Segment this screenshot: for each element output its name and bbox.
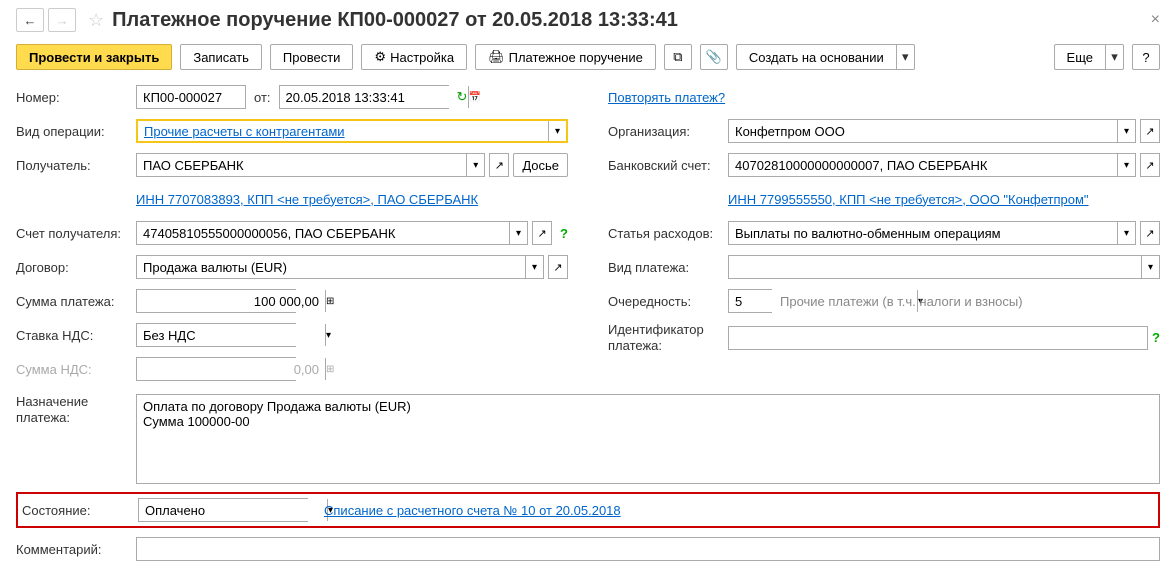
expense-label: Статья расходов:	[608, 226, 728, 241]
save-button[interactable]: Записать	[180, 44, 262, 70]
favorite-star-icon[interactable]: ☆	[88, 10, 104, 31]
attach-button[interactable]: 📎	[700, 44, 728, 70]
writeoff-link[interactable]: Списание с расчетного счета № 10 от 20.0…	[324, 503, 621, 518]
calendar-icon[interactable]: 📅	[468, 86, 481, 108]
vat-rate-dropdown[interactable]: ▾	[325, 324, 331, 346]
recipient-account-open-button[interactable]: ↗	[532, 221, 552, 245]
from-label: от:	[254, 90, 271, 105]
structure-icon: ⧉	[673, 49, 682, 65]
dossier-button[interactable]: Досье	[513, 153, 568, 177]
inn-recipient-link[interactable]: ИНН 7707083893, КПП <не требуется>, ПАО …	[136, 192, 478, 207]
vat-rate-select[interactable]	[137, 324, 325, 346]
help-button[interactable]: ?	[1132, 44, 1160, 70]
org-dropdown[interactable]: ▾	[1117, 120, 1135, 142]
refresh-icon[interactable]: ↻	[457, 89, 468, 105]
recipient-label: Получатель:	[16, 158, 136, 173]
bank-account-open-button[interactable]: ↗	[1140, 153, 1160, 177]
recipient-open-button[interactable]: ↗	[489, 153, 509, 177]
recipient-dropdown[interactable]: ▾	[466, 154, 484, 176]
create-based-button[interactable]: Создать на основании	[736, 44, 897, 70]
priority-label: Очередность:	[608, 294, 728, 309]
print-label: Платежное поручение	[509, 50, 643, 65]
comment-label: Комментарий:	[16, 542, 136, 557]
more-split: Еще ▾	[1054, 44, 1124, 70]
expense-open-button[interactable]: ↗	[1140, 221, 1160, 245]
post-button[interactable]: Провести	[270, 44, 354, 70]
bank-account-input[interactable]	[729, 154, 1117, 176]
vat-sum-input	[137, 358, 325, 380]
settings-button[interactable]: ⚙ Настройка	[361, 44, 467, 70]
recipient-account-label: Счет получателя:	[16, 226, 136, 241]
recipient-account-input[interactable]	[137, 222, 509, 244]
close-icon[interactable]: ×	[1151, 11, 1160, 29]
purpose-label: Назначение платежа:	[16, 394, 136, 425]
recipient-account-help[interactable]: ?	[560, 226, 568, 241]
identifier-help[interactable]: ?	[1152, 330, 1160, 345]
contract-input[interactable]	[137, 256, 525, 278]
calculator-icon[interactable]: ⊞	[325, 290, 334, 312]
number-input[interactable]	[136, 85, 246, 109]
org-open-button[interactable]: ↗	[1140, 119, 1160, 143]
payment-type-select[interactable]	[729, 256, 1141, 278]
create-based-split: Создать на основании ▾	[736, 44, 915, 70]
create-based-dropdown[interactable]: ▾	[897, 44, 915, 70]
expense-input[interactable]	[729, 222, 1117, 244]
identifier-label: Идентификатор платежа:	[608, 322, 728, 353]
op-type-label: Вид операции:	[16, 124, 136, 139]
purpose-textarea[interactable]	[136, 394, 1160, 484]
structure-button[interactable]: ⧉	[664, 44, 692, 70]
vat-sum-label: Сумма НДС:	[16, 362, 136, 377]
identifier-input[interactable]	[728, 326, 1148, 350]
amount-label: Сумма платежа:	[16, 294, 136, 309]
payment-type-label: Вид платежа:	[608, 260, 728, 275]
org-label: Организация:	[608, 124, 728, 139]
nav-forward-button[interactable]: →	[48, 8, 76, 32]
contract-open-button[interactable]: ↗	[548, 255, 568, 279]
bank-account-label: Банковский счет:	[608, 158, 728, 173]
status-label: Состояние:	[22, 503, 138, 518]
paperclip-icon: 📎	[706, 49, 722, 65]
print-button[interactable]: 🖨 Платежное поручение	[475, 44, 656, 70]
more-dropdown[interactable]: ▾	[1106, 44, 1124, 70]
toolbar: Провести и закрыть Записать Провести ⚙ Н…	[16, 44, 1160, 70]
recipient-input[interactable]	[137, 154, 466, 176]
op-type-dropdown[interactable]: ▾	[548, 121, 566, 141]
org-input[interactable]	[729, 120, 1117, 142]
vat-sum-calc-icon: ⊞	[325, 358, 334, 380]
more-button[interactable]: Еще	[1054, 44, 1106, 70]
bank-account-dropdown[interactable]: ▾	[1117, 154, 1135, 176]
payment-type-dropdown[interactable]: ▾	[1141, 256, 1159, 278]
vat-rate-label: Ставка НДС:	[16, 328, 136, 343]
comment-input[interactable]	[136, 537, 1160, 561]
post-and-close-button[interactable]: Провести и закрыть	[16, 44, 172, 70]
printer-icon: 🖨	[488, 49, 505, 65]
status-select[interactable]	[139, 499, 327, 521]
amount-input[interactable]	[137, 290, 325, 312]
op-type-select[interactable]	[138, 121, 548, 141]
repeat-payment-link[interactable]: Повторять платеж?	[608, 90, 725, 105]
settings-label: Настройка	[390, 50, 454, 65]
inn-org-link[interactable]: ИНН 7799555550, КПП <не требуется>, ООО …	[728, 192, 1089, 207]
contract-dropdown[interactable]: ▾	[525, 256, 543, 278]
recipient-account-dropdown[interactable]: ▾	[509, 222, 527, 244]
contract-label: Договор:	[16, 260, 136, 275]
date-input[interactable]	[280, 86, 468, 108]
page-title: Платежное поручение КП00-000027 от 20.05…	[112, 9, 678, 32]
number-label: Номер:	[16, 90, 136, 105]
gear-icon: ⚙	[374, 49, 386, 65]
priority-hint: Прочие платежи (в т.ч. налоги и взносы)	[780, 294, 1023, 309]
expense-dropdown[interactable]: ▾	[1117, 222, 1135, 244]
nav-back-button[interactable]: ←	[16, 8, 44, 32]
